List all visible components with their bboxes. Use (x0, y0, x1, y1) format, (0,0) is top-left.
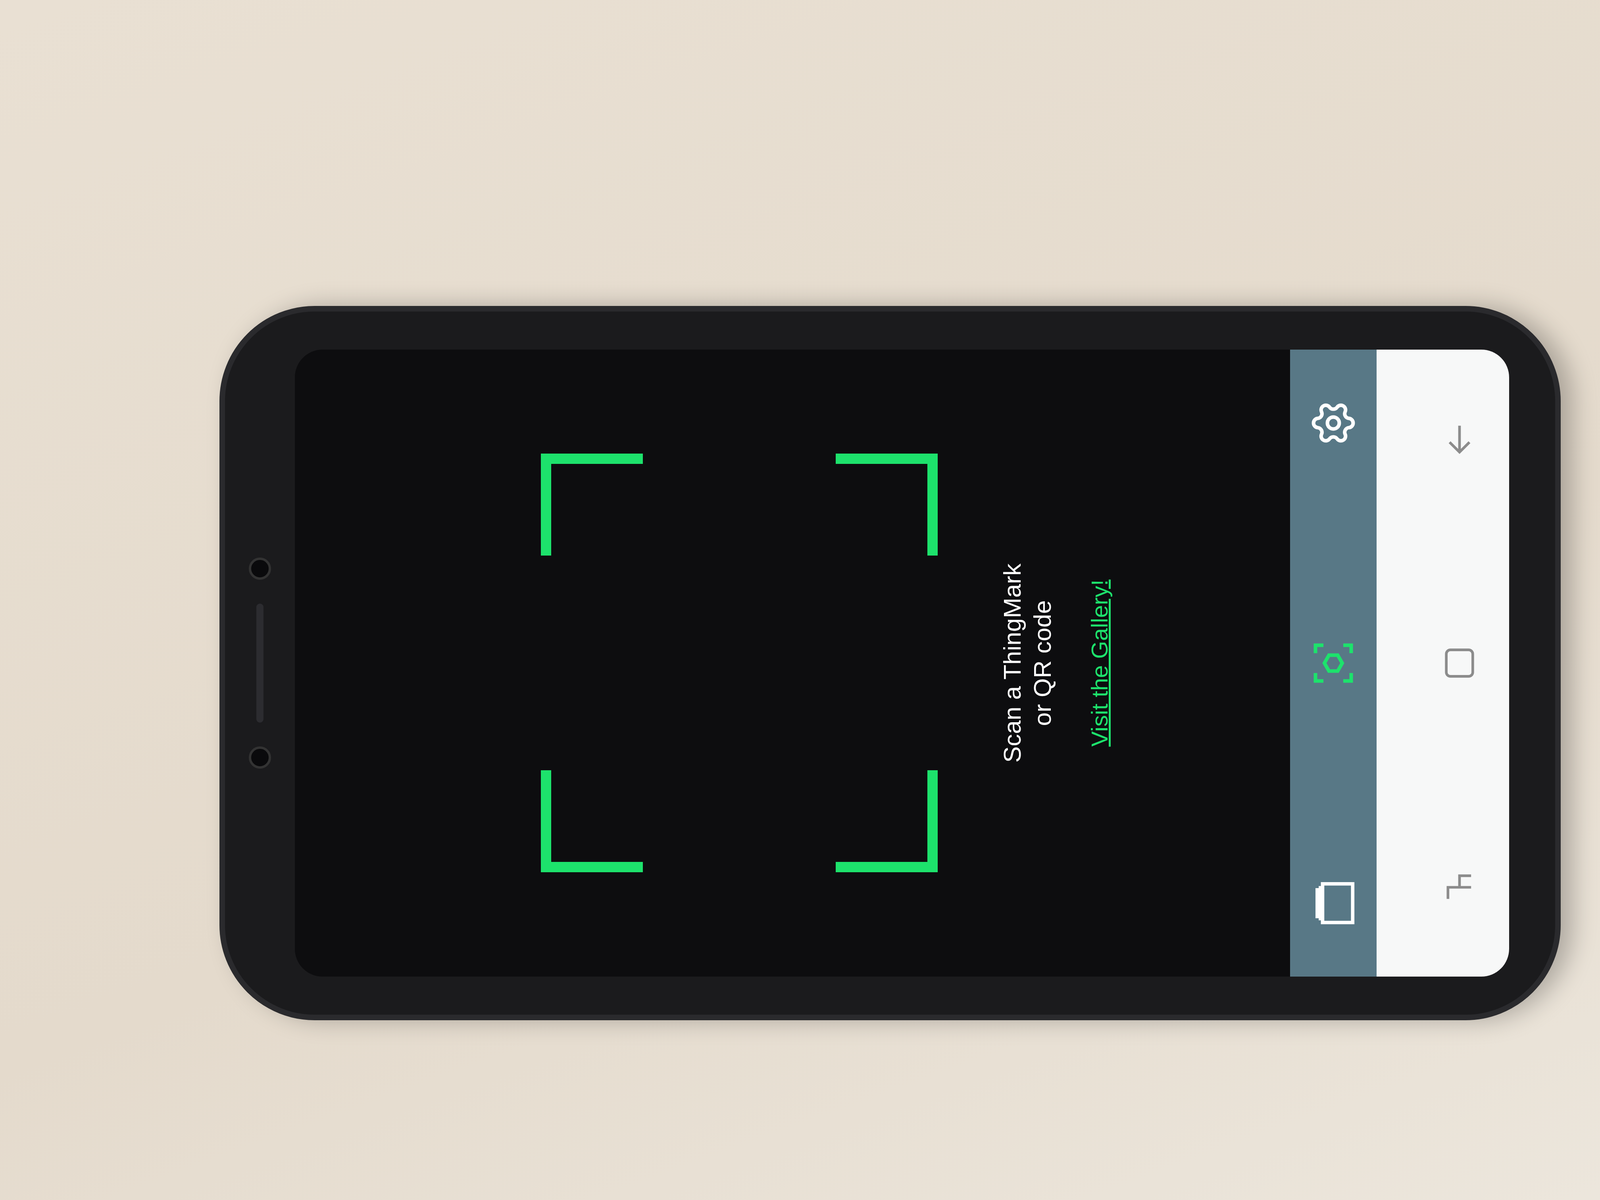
gallery-icon (1307, 877, 1360, 929)
corner-top-right (540, 453, 643, 556)
gallery-button[interactable] (1299, 869, 1368, 937)
phone: Scan a ThingMarkor QR code Visit the Gall… (219, 305, 1561, 1021)
navigation-bar (1376, 349, 1510, 977)
front-camera (248, 746, 272, 769)
scan-icon (1309, 639, 1358, 687)
screen: Scan a ThingMarkor QR code Visit the Gall… (294, 349, 1510, 977)
home-button[interactable] (1429, 633, 1490, 693)
table-surface: Scan a ThingMarkor QR code Visit the Gall… (0, 0, 1600, 1200)
recents-icon (1439, 867, 1480, 908)
home-icon (1439, 643, 1480, 683)
gear-icon (1309, 399, 1358, 447)
corner-top-left (540, 770, 643, 873)
prompt-line: Scan a ThingMark (997, 563, 1028, 763)
corner-bottom-left (835, 770, 938, 873)
scan-prompt: Scan a ThingMarkor QR code (997, 563, 1058, 763)
corner-bottom-right (835, 453, 938, 556)
prompt-line: or QR code (1027, 600, 1058, 726)
speaker-grille (256, 603, 264, 723)
back-button[interactable] (1429, 409, 1490, 469)
toolbar (1290, 349, 1377, 977)
recents-button[interactable] (1429, 857, 1490, 918)
sensor (248, 557, 272, 580)
camera-viewport[interactable]: Scan a ThingMarkor QR code Visit the Gall… (294, 349, 1291, 977)
back-icon (1439, 419, 1480, 459)
top-bezel (225, 349, 295, 977)
scan-button[interactable] (1299, 629, 1368, 697)
gallery-link[interactable]: Visit the Gallery! (1085, 579, 1114, 747)
phone-slot: Scan a ThingMarkor QR code Visit the Gall… (219, 305, 1561, 1021)
scan-frame (540, 453, 938, 873)
settings-button[interactable] (1299, 389, 1368, 457)
